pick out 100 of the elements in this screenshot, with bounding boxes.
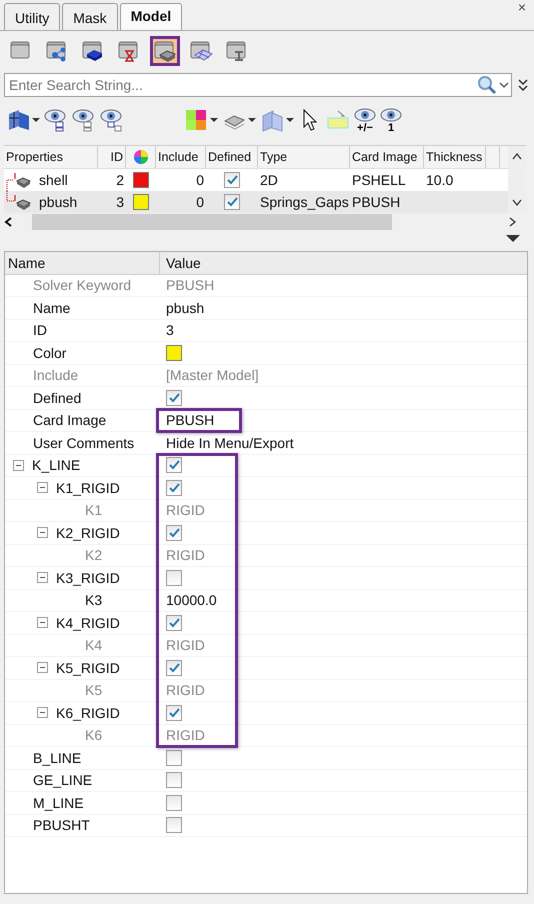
table-cell: Springs_Gaps xyxy=(260,194,349,210)
collapse-toggle-icon[interactable] xyxy=(37,527,48,538)
column-header[interactable]: Name xyxy=(8,254,46,271)
property-name: K1_RIGID xyxy=(56,480,120,496)
dropdown-caret-icon[interactable] xyxy=(210,118,218,122)
folder-block-icon xyxy=(81,39,105,63)
property-name: K6 xyxy=(85,727,102,744)
property-name: K2_RIGID xyxy=(56,524,120,541)
checkbox[interactable] xyxy=(224,172,240,188)
check-icon xyxy=(168,662,180,674)
column-header[interactable]: Defined xyxy=(208,150,252,164)
eye-icon xyxy=(354,107,376,123)
eye-tree-icon[interactable] xyxy=(72,108,96,132)
eye-list-icon[interactable] xyxy=(44,108,68,132)
checkbox[interactable] xyxy=(166,614,182,631)
checkbox[interactable] xyxy=(166,772,182,788)
color-swatch[interactable] xyxy=(166,344,182,361)
checkbox[interactable] xyxy=(166,457,182,474)
checkbox[interactable] xyxy=(166,480,182,496)
dropdown-caret-icon[interactable] xyxy=(286,118,294,122)
property-name: K3 xyxy=(85,592,102,608)
collapse-toggle-icon[interactable] xyxy=(13,460,24,471)
table-cell: 0 xyxy=(196,172,204,188)
checkbox[interactable] xyxy=(166,660,182,676)
collapse-toggle-icon[interactable] xyxy=(37,707,48,718)
property-name: GE_LINE xyxy=(33,772,92,788)
checkbox[interactable] xyxy=(166,794,182,811)
scroll-down-icon[interactable] xyxy=(511,199,523,207)
parts-icon[interactable] xyxy=(6,108,30,132)
property-name: Card Image xyxy=(33,412,106,428)
table-cell: 3 xyxy=(116,194,124,210)
search-icon[interactable] xyxy=(477,75,497,95)
table-cell: pbush xyxy=(39,194,78,210)
column-header[interactable]: Include xyxy=(158,150,198,164)
column-header[interactable]: Card Image xyxy=(352,150,418,164)
color-swatch[interactable] xyxy=(133,194,149,210)
dropdown-caret-icon[interactable] xyxy=(248,118,256,122)
property-value: 10000.0 xyxy=(166,592,217,608)
check-icon xyxy=(168,482,180,494)
column-header[interactable]: Thickness xyxy=(426,150,482,164)
collapse-toggle-icon[interactable] xyxy=(37,572,48,584)
close-button[interactable]: × xyxy=(518,0,526,14)
property-name: K3_RIGID xyxy=(56,570,120,586)
collapse-toggle-icon[interactable] xyxy=(37,617,48,628)
eye-button[interactable]: +/− xyxy=(354,107,376,133)
check-icon xyxy=(168,616,180,629)
collapse-toggle-icon[interactable] xyxy=(37,662,48,674)
search-field[interactable]: Enter Search String... xyxy=(5,77,477,93)
check-icon xyxy=(226,174,238,186)
checkbox[interactable] xyxy=(166,817,182,834)
eye-icon xyxy=(380,107,402,123)
scrollbar-thumb[interactable] xyxy=(32,214,392,230)
eye-button[interactable]: 1 xyxy=(380,107,402,133)
checkbox[interactable] xyxy=(166,390,182,406)
property-name: K_LINE xyxy=(32,457,80,474)
color-wheel-icon xyxy=(132,149,148,165)
property-name: K5 xyxy=(85,682,102,698)
property-name: K4_RIGID xyxy=(56,614,120,631)
check-icon xyxy=(168,392,180,404)
dropdown-caret-icon[interactable] xyxy=(32,118,40,122)
folder-shell-icon xyxy=(153,39,177,63)
column-header[interactable]: Type xyxy=(260,150,288,164)
property-value: pbush xyxy=(166,300,204,316)
color-grid-icon[interactable] xyxy=(184,108,208,132)
column-header[interactable]: Value xyxy=(166,254,201,271)
tab[interactable]: Utility xyxy=(4,3,60,30)
checkbox[interactable] xyxy=(224,194,240,210)
eye-swap-icon[interactable] xyxy=(100,108,124,132)
property-name: Defined xyxy=(33,390,82,406)
property-name: PBUSHT xyxy=(33,817,90,834)
selected-row[interactable]: pbush 3 0 Springs_Gaps PBUSH xyxy=(4,191,508,213)
color-swatch[interactable] xyxy=(133,172,149,188)
check-icon xyxy=(168,526,180,539)
property-value: RIGID xyxy=(166,682,205,698)
property-value: RIGID xyxy=(166,502,205,518)
checkbox[interactable] xyxy=(166,750,182,766)
scroll-left-icon[interactable] xyxy=(4,217,12,227)
folder-mesh-icon xyxy=(189,39,213,63)
tab[interactable]: Model xyxy=(120,3,182,30)
table-cell: 2D xyxy=(260,172,278,188)
property-name: B_LINE xyxy=(33,750,82,766)
table-cell: 10.0 xyxy=(426,172,454,188)
property-name: K5_RIGID xyxy=(56,660,120,676)
dropdown-arrow-icon[interactable] xyxy=(506,235,520,242)
scroll-up-icon[interactable] xyxy=(511,152,523,160)
checkbox[interactable] xyxy=(166,570,182,586)
property-name: K4 xyxy=(85,637,102,654)
property-value: Hide In Menu/Export xyxy=(166,434,294,451)
collapse-toggle-icon[interactable] xyxy=(37,482,48,494)
scroll-right-icon[interactable] xyxy=(508,217,516,227)
check-icon xyxy=(168,459,180,472)
tab[interactable]: Mask xyxy=(62,3,118,30)
search-bar[interactable]: Enter Search String... xyxy=(4,73,512,97)
property-name: Color xyxy=(33,344,66,361)
folder-shell-button[interactable] xyxy=(150,36,180,66)
checkbox[interactable] xyxy=(166,704,182,721)
column-header[interactable]: Properties xyxy=(6,150,63,164)
property-name: Solver Keyword xyxy=(33,277,132,294)
column-header[interactable]: ID xyxy=(110,150,123,164)
checkbox[interactable] xyxy=(166,524,182,541)
